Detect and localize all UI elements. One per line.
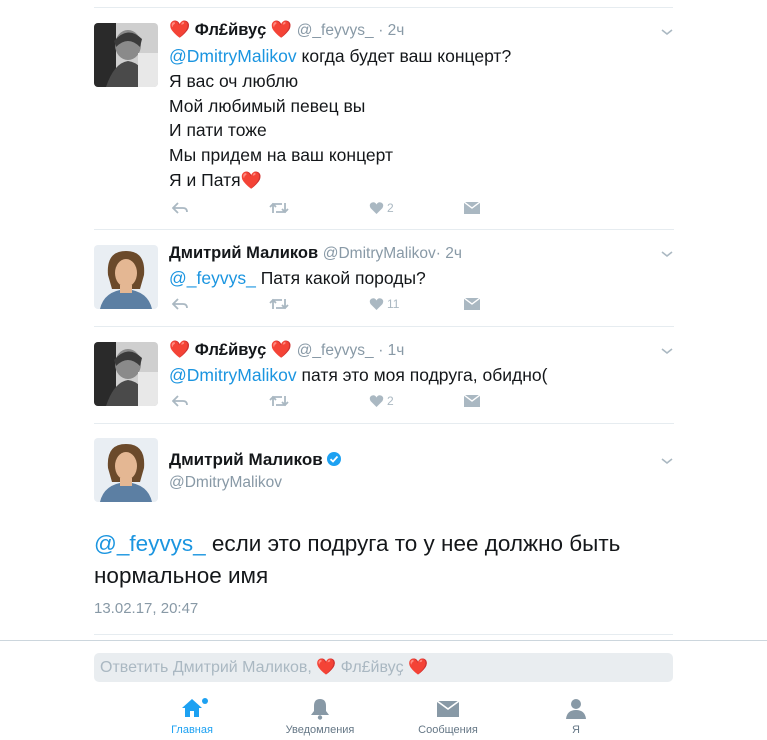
author-handle[interactable]: @_feyvys_	[297, 342, 374, 359]
tweet-actions: 11	[169, 295, 489, 313]
chevron-down-icon[interactable]	[660, 249, 674, 259]
reply-icon	[172, 395, 188, 407]
heart-emoji: ❤️	[316, 659, 337, 676]
reply-placeholder: Ответить Дмитрий Маликов,	[100, 659, 317, 676]
reply-button[interactable]	[172, 199, 188, 217]
chevron-down-icon[interactable]	[660, 346, 674, 356]
author-handle[interactable]: @DmitryMalikov	[323, 245, 436, 262]
notification-dot	[202, 698, 208, 704]
like-count: 2	[387, 201, 394, 215]
author-handle[interactable]: @_feyvys_	[297, 22, 374, 39]
dm-icon	[464, 202, 480, 214]
author-name[interactable]: Дмитрий Маликов	[169, 450, 323, 469]
tweet-text: @DmitryMalikov когда будет ваш концерт? …	[169, 46, 512, 190]
retweet-button[interactable]	[269, 392, 289, 410]
heart-emoji: ❤️	[169, 20, 191, 39]
avatar[interactable]	[94, 23, 158, 87]
like-button[interactable]: 11	[369, 295, 399, 313]
focused-tweet-text: @_feyvys_ если это подруга то у нее долж…	[94, 531, 621, 588]
heart-emoji: ❤️	[408, 659, 428, 676]
like-count: 2	[387, 394, 394, 408]
top-divider	[94, 7, 673, 8]
tab-me-label: Я	[572, 724, 580, 736]
focused-tweet-header: Дмитрий Маликов @DmitryMalikov	[94, 424, 674, 514]
chevron-down-icon[interactable]	[660, 456, 674, 466]
tweet-1[interactable]: ❤️ Фл£йвуҫ ❤️ @_feyvys_ · 2ч @DmitryMali…	[94, 18, 674, 230]
tweet-header: ❤️ Фл£йвуҫ ❤️ @_feyvys_ · 2ч	[169, 20, 404, 41]
person-icon	[566, 699, 586, 719]
heart-emoji: ❤️	[169, 340, 191, 359]
like-icon	[369, 202, 384, 214]
retweet-icon	[269, 298, 289, 310]
envelope-icon	[437, 701, 459, 717]
tab-me[interactable]: Я	[521, 690, 631, 740]
avatar[interactable]	[94, 245, 158, 309]
retweet-icon	[269, 395, 289, 407]
divider	[94, 634, 673, 635]
author-name[interactable]: Фл£йвуҫ	[195, 341, 267, 359]
retweet-icon	[269, 202, 289, 214]
tab-bar: Главная Уведомления Сообщения Я	[0, 690, 767, 740]
tweet-actions: 2	[169, 392, 489, 410]
tweet-date: 13.02.17, 20:47	[94, 600, 199, 617]
tweet-text: @_feyvys_ Патя какой породы?	[169, 268, 426, 288]
like-button[interactable]: 2	[369, 199, 394, 217]
tweet-header: Дмитрий Маликов @DmitryMalikov· 2ч	[169, 243, 462, 264]
focused-author[interactable]: Дмитрий Маликов	[169, 450, 342, 470]
tab-notifications[interactable]: Уведомления	[265, 690, 375, 740]
dm-button[interactable]	[464, 199, 480, 217]
tweet-text: @DmitryMalikov патя это моя подруга, оби…	[169, 365, 548, 385]
dm-icon	[464, 298, 480, 310]
author-name[interactable]: Фл£йвуҫ	[195, 21, 267, 39]
retweet-button[interactable]	[269, 295, 289, 313]
dm-button[interactable]	[464, 392, 480, 410]
like-count: 11	[387, 297, 400, 311]
dm-button[interactable]	[464, 295, 480, 313]
like-button[interactable]: 2	[369, 392, 394, 410]
verified-icon	[327, 452, 342, 466]
bell-icon	[311, 699, 329, 720]
dm-icon	[464, 395, 480, 407]
heart-emoji: ❤️	[240, 170, 262, 190]
tab-home-label: Главная	[171, 724, 213, 736]
heart-emoji: ❤️	[270, 340, 293, 359]
mention-link[interactable]: @_feyvys_	[169, 268, 256, 288]
tweet-actions: 2	[169, 199, 489, 217]
tweet-time: · 2ч	[378, 22, 405, 39]
reply-button[interactable]	[172, 295, 188, 313]
like-icon	[369, 298, 384, 310]
tweet-time: · 1ч	[378, 342, 405, 359]
tweet-3[interactable]: ❤️ Фл£йвуҫ ❤️ @_feyvys_ · 1ч @DmitryMali…	[94, 327, 674, 424]
focused-handle[interactable]: @DmitryMalikov	[169, 472, 282, 493]
reply-button[interactable]	[172, 392, 188, 410]
retweet-button[interactable]	[269, 199, 289, 217]
tab-notifications-label: Уведомления	[285, 724, 355, 736]
tweet-2[interactable]: Дмитрий Маликов @DmitryMalikov· 2ч @_fey…	[94, 230, 674, 327]
tweet-time: · 2ч	[435, 245, 462, 262]
divider	[0, 640, 767, 641]
mention-link[interactable]: @DmitryMalikov	[169, 46, 297, 66]
reply-icon	[172, 298, 188, 310]
tab-messages[interactable]: Сообщения	[393, 690, 503, 740]
tab-messages-label: Сообщения	[418, 724, 478, 736]
chevron-down-icon[interactable]	[660, 27, 674, 37]
author-handle[interactable]: @DmitryMalikov	[169, 474, 282, 491]
reply-input[interactable]: Ответить Дмитрий Маликов, ❤️ Фл£йвуҫ ❤️	[94, 653, 673, 682]
author-name[interactable]: Дмитрий Маликов	[169, 244, 318, 262]
like-icon	[369, 395, 384, 407]
avatar[interactable]	[94, 342, 158, 406]
reply-icon	[172, 202, 188, 214]
mention-link[interactable]: @_feyvys_	[94, 531, 206, 556]
tab-home[interactable]: Главная	[137, 690, 247, 740]
home-icon	[182, 699, 202, 717]
tweet-header: ❤️ Фл£йвуҫ ❤️ @_feyvys_ · 1ч	[169, 340, 404, 361]
avatar[interactable]	[94, 438, 158, 502]
heart-emoji: ❤️	[270, 20, 293, 39]
mention-link[interactable]: @DmitryMalikov	[169, 365, 297, 385]
